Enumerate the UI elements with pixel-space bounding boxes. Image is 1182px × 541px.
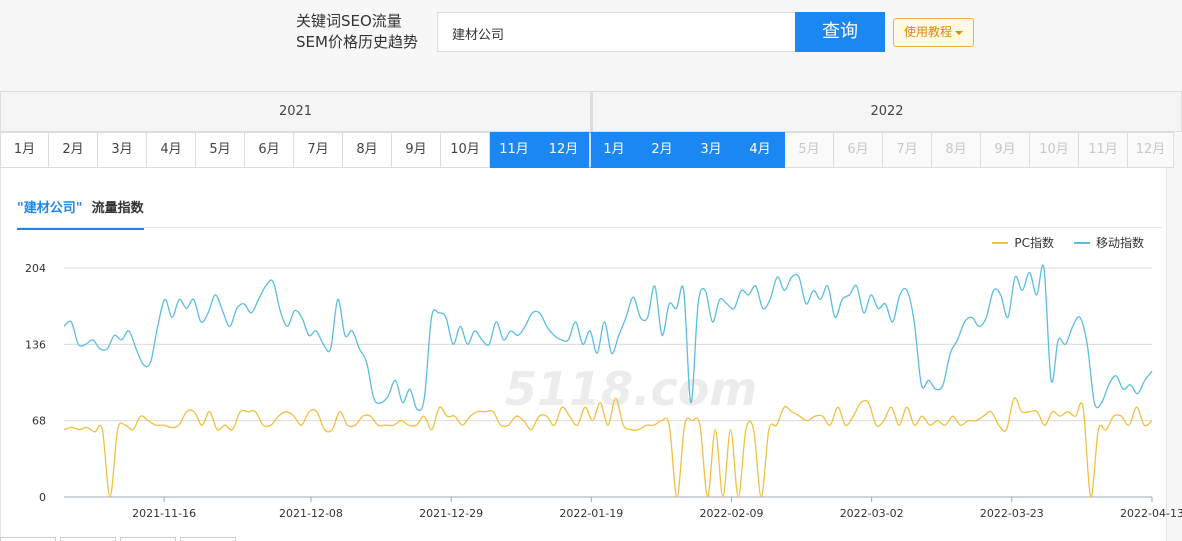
y-tick-label: 68 <box>32 415 46 428</box>
x-tick-label: 2022-01-19 <box>559 507 623 520</box>
x-tick-label: 2022-03-23 <box>980 507 1044 520</box>
watermark: 5118.com <box>505 362 757 416</box>
line-chart: 5118.com 0 68 136 204 2021-11-16 2021-12-08 20… <box>25 262 1182 520</box>
bottom-tab[interactable] <box>0 537 56 541</box>
x-tick-label: 2021-11-16 <box>132 507 196 520</box>
bottom-tab[interactable] <box>180 537 236 541</box>
y-tick-label: 204 <box>25 262 46 275</box>
y-tick-label: 136 <box>25 338 46 351</box>
bottom-tab[interactable] <box>60 537 116 541</box>
x-tick-label: 2022-02-09 <box>700 507 764 520</box>
bottom-tab[interactable] <box>120 537 176 541</box>
x-tick-label: 2021-12-08 <box>279 507 343 520</box>
bottom-tabs <box>0 537 236 541</box>
watermark-text: 5118.com <box>505 362 757 416</box>
x-tick-label: 2021-12-29 <box>419 507 483 520</box>
y-tick-label: 0 <box>39 491 46 504</box>
x-tick-label: 2022-04-13 <box>1120 507 1182 520</box>
x-tick-label: 2022-03-02 <box>840 507 904 520</box>
